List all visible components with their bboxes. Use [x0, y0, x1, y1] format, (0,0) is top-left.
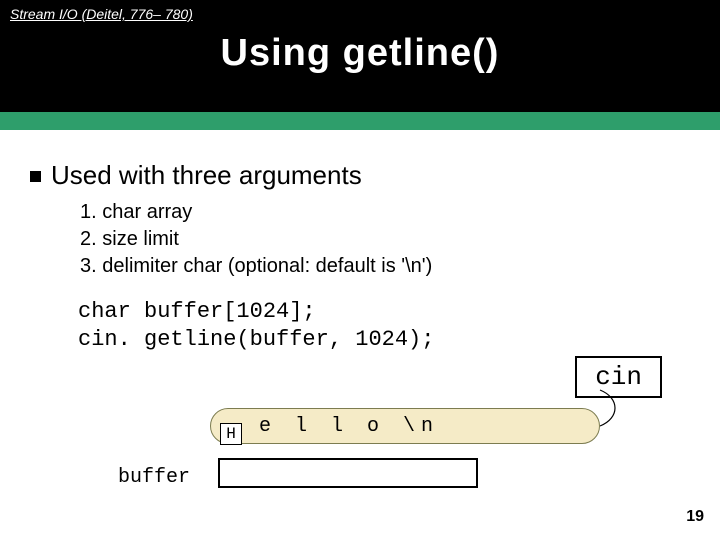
arg-3: delimiter char (optional: default is '\n… — [102, 255, 432, 277]
list-item: 1. char array — [80, 199, 680, 226]
buffer-array-box — [218, 458, 478, 488]
code-line-2: cin. getline(buffer, 1024); — [78, 326, 680, 354]
code-line-1: char buffer[1024]; — [78, 298, 680, 326]
content-area: Used with three arguments 1. char array … — [0, 130, 720, 353]
code-block: char buffer[1024]; cin. getline(buffer, … — [78, 298, 680, 353]
square-bullet-icon — [30, 171, 41, 182]
arg-2: size limit — [102, 228, 179, 250]
breadcrumb: Stream I/O (Deitel, 776– 780) — [0, 6, 720, 22]
stream-buffer-oval: e l l o \n — [210, 408, 600, 444]
arg-1: char array — [102, 201, 192, 223]
argument-list: 1. char array 2. size limit 3. delimiter… — [80, 199, 680, 280]
list-item: 3. delimiter char (optional: default is … — [80, 253, 680, 280]
cin-box: cin — [575, 356, 662, 398]
stream-chars: e l l o \n — [259, 415, 439, 438]
accent-bar — [0, 112, 720, 130]
main-bullet-text: Used with three arguments — [51, 160, 362, 190]
buffer-label: buffer — [118, 466, 190, 489]
first-char-box: H — [220, 423, 242, 445]
page-number: 19 — [686, 508, 704, 526]
main-bullet: Used with three arguments — [30, 160, 680, 191]
list-item: 2. size limit — [80, 226, 680, 253]
page-title: Using getline() — [0, 32, 720, 75]
slide-header: Stream I/O (Deitel, 776– 780) Using getl… — [0, 0, 720, 112]
